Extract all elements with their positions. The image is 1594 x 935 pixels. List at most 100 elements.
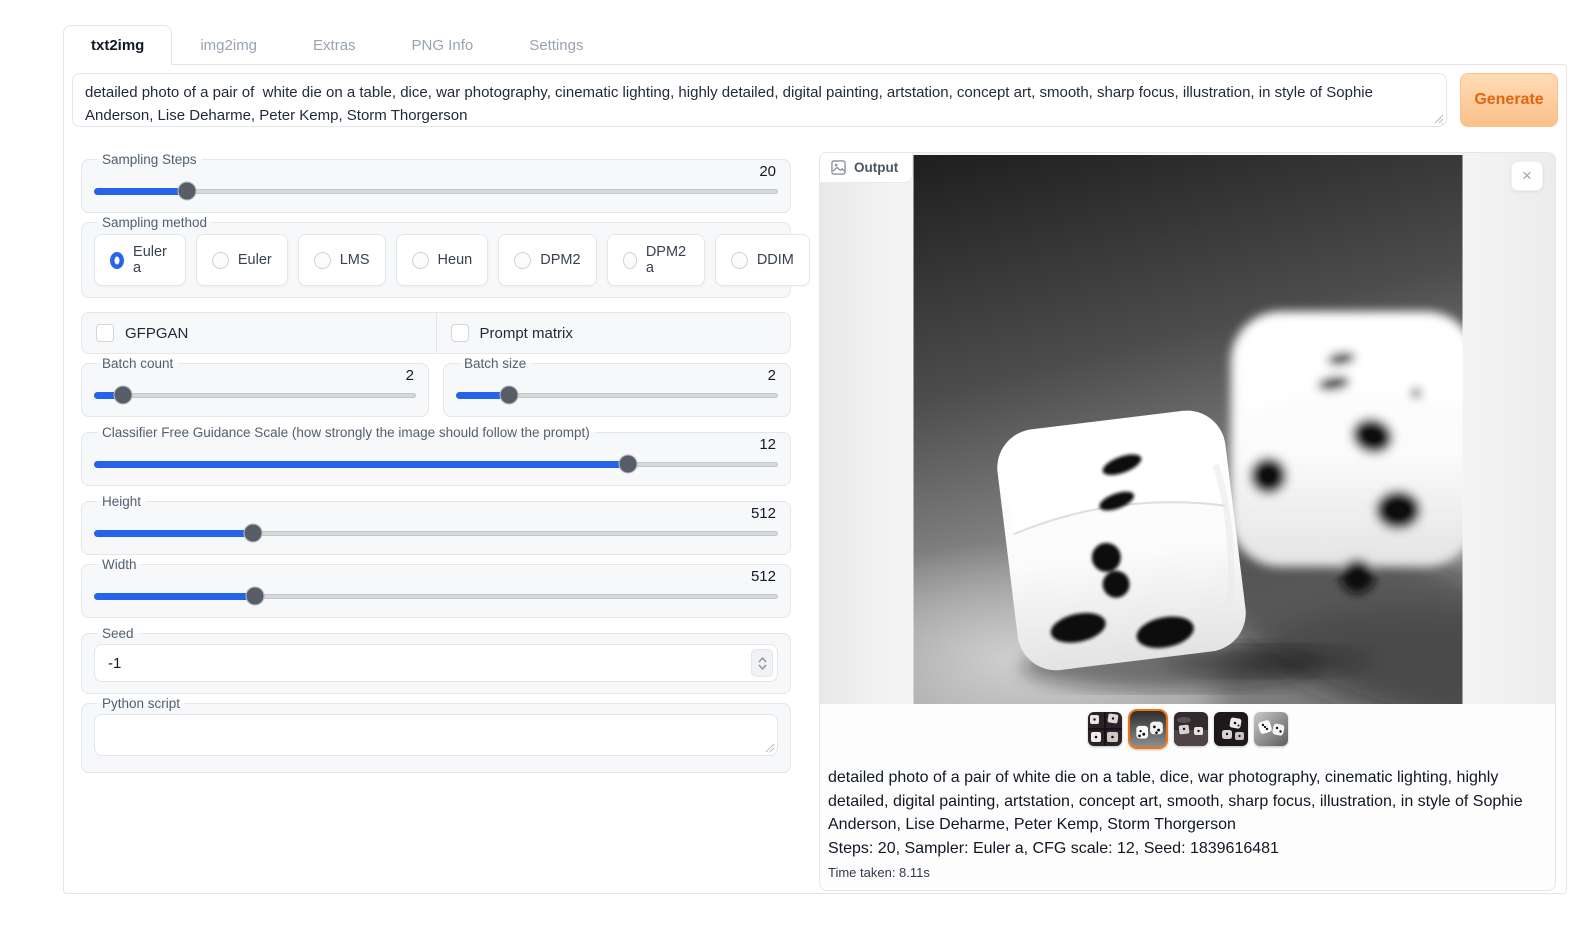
close-icon[interactable]: × [1511, 161, 1543, 191]
seed-input[interactable] [94, 644, 778, 682]
radio-label: Euler a [133, 244, 170, 276]
width-value: 512 [94, 568, 778, 585]
prompt-input[interactable]: detailed photo of a pair of white die on… [72, 73, 1447, 127]
radio-label: DPM2 [540, 252, 580, 268]
thumbnail-two-dice-closeup[interactable] [1128, 709, 1168, 749]
chevron-down-icon [758, 664, 767, 670]
prompt-matrix-option[interactable]: Prompt matrix [436, 313, 791, 353]
height-value: 512 [94, 505, 778, 522]
radio-lms[interactable]: LMS [298, 234, 386, 286]
generated-image[interactable] [913, 155, 1462, 704]
chevron-up-icon [758, 657, 767, 663]
python-script-group: Python script [81, 696, 791, 773]
slider-thumb[interactable] [618, 455, 637, 474]
width-label: Width [97, 557, 142, 572]
batch-size-label: Batch size [459, 356, 531, 371]
slider-thumb[interactable] [113, 386, 132, 405]
radio-label: DDIM [757, 252, 794, 268]
seed-group: Seed [81, 626, 791, 694]
txt2img-panel: detailed photo of a pair of white die on… [63, 64, 1567, 894]
thumbnail-two-dice-tilted-light[interactable] [1254, 712, 1288, 746]
height-slider[interactable] [94, 523, 778, 543]
batch-row: Batch count 2 Batch size 2 [81, 356, 791, 417]
prompt-matrix-label: Prompt matrix [480, 325, 573, 342]
thumbnail-dice-cluster-dark[interactable] [1214, 712, 1248, 746]
output-column: Output × [819, 152, 1556, 891]
output-header-chip: Output [820, 153, 913, 183]
batch-count-group: Batch count 2 [81, 356, 429, 417]
thumbnail-gallery [820, 704, 1555, 754]
prompt-field-wrap: detailed photo of a pair of white die on… [72, 73, 1447, 132]
seed-spinner[interactable] [751, 649, 773, 677]
gfpgan-label: GFPGAN [125, 325, 188, 342]
python-script-wrap [94, 714, 778, 761]
thumbnail-dice-on-table-scene[interactable] [1174, 712, 1208, 746]
python-script-label: Python script [97, 696, 185, 711]
generate-button[interactable]: Generate [1460, 73, 1558, 127]
slider-fill [94, 530, 253, 537]
sampling-steps-group: Sampling Steps 20 [81, 152, 791, 213]
tab-extras[interactable]: Extras [285, 25, 384, 65]
sampling-method-group: Sampling method Euler a Euler LMS [81, 215, 791, 298]
slider-thumb[interactable] [500, 386, 519, 405]
slider-thumb[interactable] [245, 587, 264, 606]
slider-track[interactable] [94, 189, 778, 194]
radio-dot-icon [731, 252, 748, 269]
cfg-scale-group: Classifier Free Guidance Scale (how stro… [81, 425, 791, 486]
width-group: Width 512 [81, 557, 791, 618]
slider-fill [94, 188, 187, 195]
output-panel: Output × [819, 152, 1556, 891]
image-icon [831, 160, 846, 175]
batch-count-slider[interactable] [94, 385, 416, 405]
radio-euler-a[interactable]: Euler a [94, 234, 186, 286]
batch-size-slider[interactable] [456, 385, 778, 405]
slider-thumb[interactable] [178, 182, 197, 201]
seed-label: Seed [97, 626, 139, 641]
thumbnail-grid-of-four-dice[interactable] [1088, 712, 1122, 746]
tab-img2img[interactable]: img2img [172, 25, 285, 65]
caption-params: Steps: 20, Sampler: Euler a, CFG scale: … [828, 837, 1545, 861]
radio-dpm2[interactable]: DPM2 [498, 234, 596, 286]
height-group: Height 512 [81, 494, 791, 555]
app-window: txt2img img2img Extras PNG Info Settings… [63, 20, 1567, 894]
resize-handle-icon[interactable] [1433, 111, 1444, 129]
radio-dot-icon [110, 252, 124, 269]
radio-ddim[interactable]: DDIM [715, 234, 810, 286]
output-header-label: Output [854, 160, 898, 175]
batch-count-label: Batch count [97, 356, 178, 371]
sampling-steps-label: Sampling Steps [97, 152, 202, 167]
radio-dpm2-a[interactable]: DPM2 a [607, 234, 705, 286]
seed-field-wrap [94, 644, 778, 682]
resize-handle-icon[interactable] [764, 740, 775, 758]
tab-txt2img[interactable]: txt2img [63, 25, 172, 65]
radio-heun[interactable]: Heun [396, 234, 489, 286]
radio-label: Heun [438, 252, 473, 268]
sampling-method-options: Euler a Euler LMS Heun [94, 234, 778, 286]
python-script-input[interactable] [94, 714, 778, 756]
gfpgan-checkbox[interactable] [96, 324, 114, 342]
radio-label: DPM2 a [646, 244, 689, 276]
tab-bar: txt2img img2img Extras PNG Info Settings [63, 20, 1567, 64]
time-taken: Time taken: 8.11s [828, 863, 1545, 882]
caption-prompt: detailed photo of a pair of white die on… [828, 766, 1545, 837]
slider-thumb[interactable] [244, 524, 263, 543]
batch-size-group: Batch size 2 [443, 356, 791, 417]
prompt-matrix-checkbox[interactable] [451, 324, 469, 342]
cfg-scale-slider[interactable] [94, 454, 778, 474]
settings-column: Sampling Steps 20 Sampling method Euler … [81, 152, 791, 891]
slider-fill [94, 461, 628, 468]
sampling-steps-slider[interactable] [94, 181, 778, 201]
radio-dot-icon [514, 252, 531, 269]
radio-euler[interactable]: Euler [196, 234, 288, 286]
radio-dot-icon [412, 252, 429, 269]
width-slider[interactable] [94, 586, 778, 606]
tab-settings[interactable]: Settings [501, 25, 611, 65]
options-panel: GFPGAN Prompt matrix [81, 312, 791, 354]
image-viewer: Output × [820, 153, 1555, 704]
cfg-scale-label: Classifier Free Guidance Scale (how stro… [97, 425, 595, 440]
slider-track[interactable] [94, 393, 416, 398]
tab-png-info[interactable]: PNG Info [384, 25, 502, 65]
prompt-row: detailed photo of a pair of white die on… [72, 73, 1558, 132]
gfpgan-option[interactable]: GFPGAN [82, 313, 436, 353]
sampling-method-label: Sampling method [97, 215, 212, 230]
